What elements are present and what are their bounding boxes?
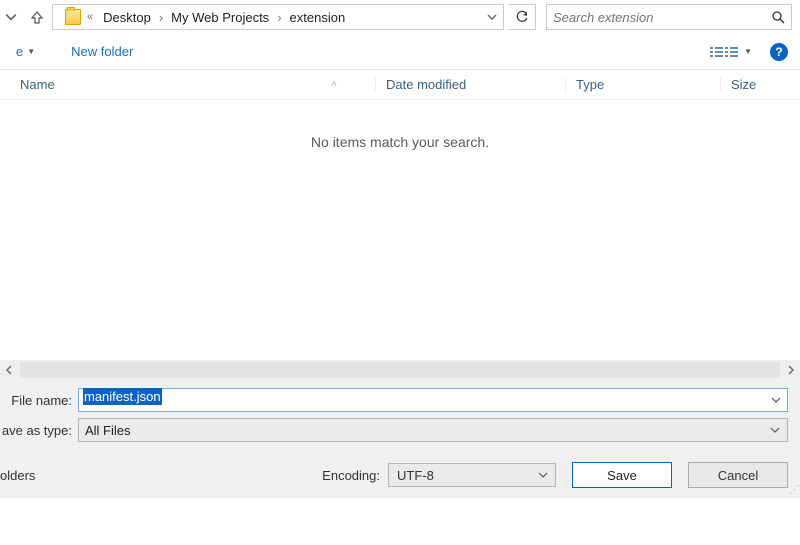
help-button[interactable]: ? [770,43,788,61]
chevron-right-icon: › [275,10,283,25]
view-list-icon [710,47,738,57]
organize-menu[interactable]: e ▼ [12,42,39,61]
chevron-down-icon: ▼ [744,47,752,56]
file-list[interactable]: No items match your search. [0,100,800,360]
chevron-down-icon [5,11,17,23]
savetype-select[interactable]: All Files [78,418,788,442]
organize-label: e [16,44,23,59]
encoding-select[interactable]: UTF-8 [388,463,556,487]
cancel-button[interactable]: Cancel [688,462,788,488]
breadcrumb[interactable]: « Desktop › My Web Projects › extension [52,4,504,30]
column-header-name[interactable]: Name ˄ [20,77,375,92]
column-label: Name [20,77,55,92]
horizontal-scrollbar[interactable] [0,360,800,380]
column-headers: Name ˄ Date modified Type Size [0,70,800,100]
refresh-icon [515,10,529,24]
savetype-value: All Files [85,423,131,438]
chevron-down-icon [538,470,548,480]
filename-input[interactable]: manifest.json [78,388,788,412]
browse-folders-toggle[interactable]: olders [0,468,35,483]
savetype-label: ave as type: [0,423,78,438]
view-options-button[interactable]: ▼ [706,45,756,59]
refresh-button[interactable] [508,4,536,30]
column-header-size[interactable]: Size [720,77,800,92]
breadcrumb-dropdown[interactable] [481,12,501,22]
encoding-label: Encoding: [322,468,388,483]
breadcrumb-item[interactable]: extension [286,8,350,27]
up-button[interactable] [26,5,48,29]
up-arrow-icon [30,10,44,24]
column-header-date[interactable]: Date modified [375,77,565,92]
filename-value: manifest.json [83,388,162,405]
savetype-dropdown[interactable] [767,419,783,441]
folder-icon [65,9,81,25]
column-label: Date modified [386,77,466,92]
scroll-left-button[interactable] [0,361,18,379]
empty-message: No items match your search. [0,134,800,150]
filename-dropdown[interactable] [768,388,784,412]
search-box[interactable] [546,4,792,30]
scroll-track[interactable] [20,362,780,378]
toolbar: e ▼ New folder ▼ ? [0,34,800,70]
column-header-type[interactable]: Type [565,77,720,92]
breadcrumb-item[interactable]: Desktop [99,8,155,27]
breadcrumb-item[interactable]: My Web Projects [167,8,273,27]
column-label: Size [731,77,756,92]
new-folder-button[interactable]: New folder [67,42,137,61]
history-dropdown[interactable] [0,5,22,29]
save-button[interactable]: Save [572,462,672,488]
save-panel: File name: manifest.json ave as type: Al… [0,380,800,498]
column-label: Type [576,77,604,92]
filename-label: File name: [0,393,78,408]
resize-grip[interactable]: ⋰ [789,483,798,496]
help-icon: ? [775,45,782,59]
chevron-right-icon [787,365,795,375]
search-input[interactable] [553,10,771,25]
address-bar: « Desktop › My Web Projects › extension [0,0,800,34]
chevron-down-icon [770,425,780,435]
encoding-value: UTF-8 [397,468,434,483]
chevron-down-icon [487,12,497,22]
chevron-down-icon [771,395,781,405]
chevron-right-icon: › [157,10,165,25]
sort-indicator-icon: ˄ [331,79,367,90]
breadcrumb-overflow[interactable]: « [83,11,97,23]
scroll-right-button[interactable] [782,361,800,379]
chevron-down-icon: ▼ [27,47,35,56]
chevron-left-icon [5,365,13,375]
encoding-dropdown[interactable] [535,464,551,486]
search-icon[interactable] [771,10,785,24]
